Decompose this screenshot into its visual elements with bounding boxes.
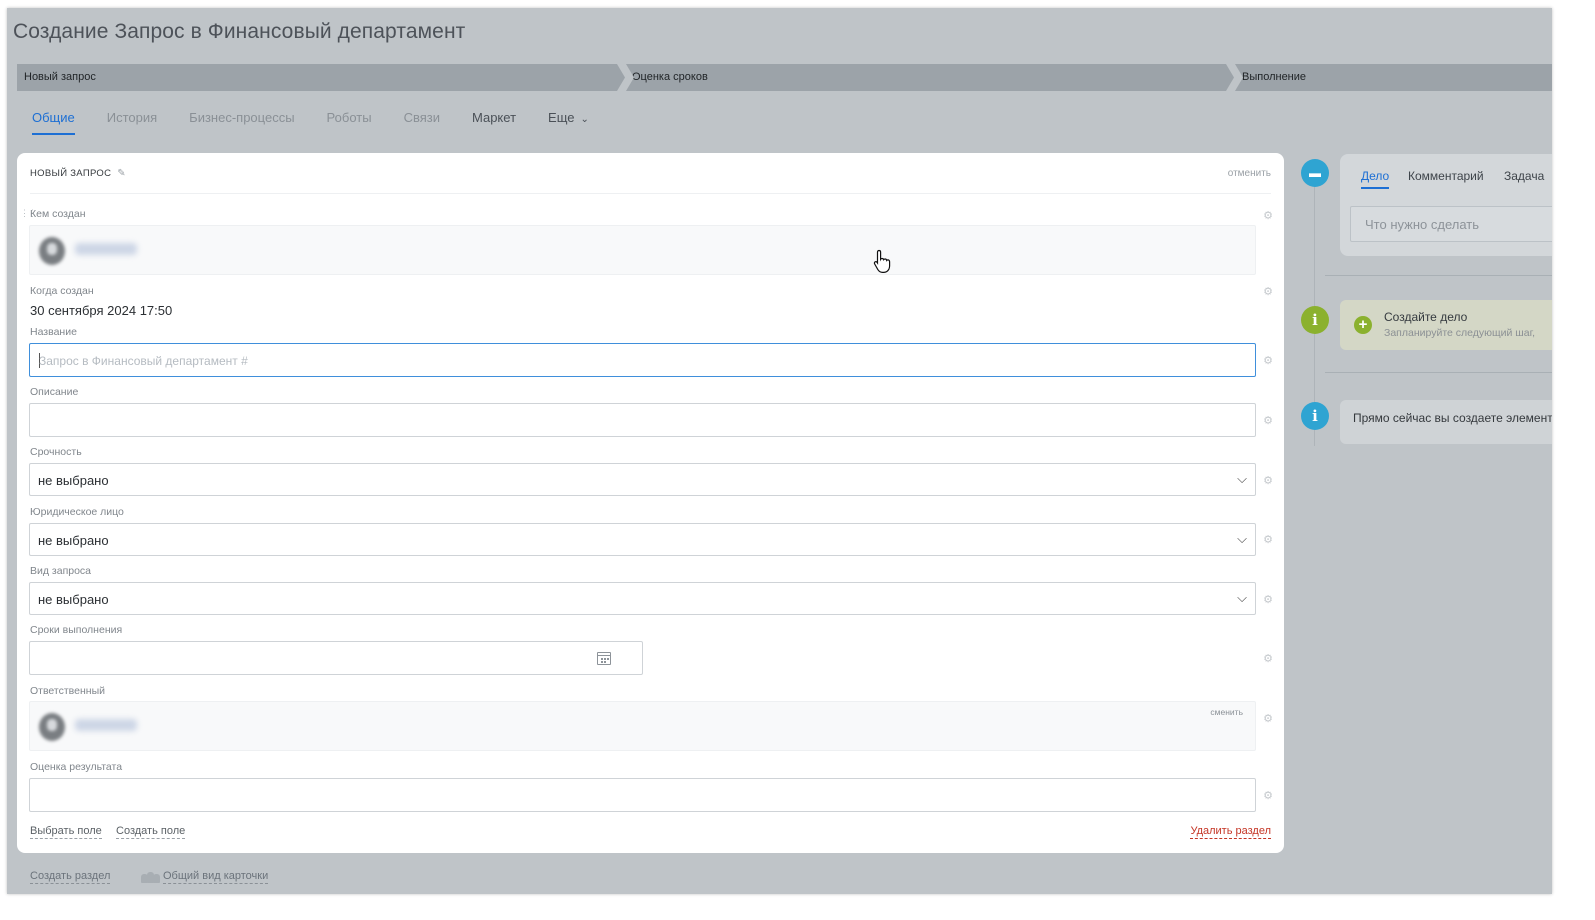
deadline-label: Сроки выполнения [30, 624, 123, 636]
stage-bar: Новый запрос Оценка сроков Выполнение [17, 64, 1552, 91]
gear-icon[interactable]: ⚙ [1262, 210, 1274, 222]
activity-tab-deal[interactable]: Дело [1361, 169, 1390, 189]
gear-icon[interactable]: ⚙ [1262, 415, 1274, 427]
card-section-title-text: НОВЫЙ ЗАПРОС [30, 168, 112, 179]
created-when-label: Когда создан [30, 285, 94, 297]
divider [1325, 372, 1552, 373]
divider [1325, 275, 1552, 276]
activity-input-placeholder: Что нужно сделать [1365, 217, 1479, 232]
calendar-icon[interactable] [597, 652, 611, 665]
page-title: Создание Запрос в Финансовый департамент [13, 20, 466, 43]
gear-icon[interactable]: ⚙ [1262, 355, 1274, 367]
avatar [39, 237, 65, 265]
create-deal-subtitle: Запланируйте следующий шаг, [1384, 327, 1536, 339]
chevron-down-icon: ⌵ [1237, 471, 1247, 486]
activity-tab-comment[interactable]: Комментарий [1408, 169, 1484, 183]
create-section-link[interactable]: Создать раздел [30, 870, 111, 884]
delete-section-link[interactable]: Удалить раздел [1190, 825, 1271, 839]
chevron-down-icon: ⌵ [1237, 590, 1247, 605]
card-view-link[interactable]: Общий вид карточки [163, 870, 269, 884]
create-deal-title: Создайте дело [1384, 310, 1468, 324]
result-rating-label: Оценка результата [30, 761, 123, 773]
name-label: Название [30, 326, 77, 338]
info-icon: i [1301, 402, 1329, 430]
gear-icon[interactable]: ⚙ [1262, 713, 1274, 725]
user-name-redacted [75, 243, 137, 255]
create-field-link[interactable]: Создать поле [116, 825, 186, 839]
user-name-redacted [75, 719, 137, 731]
gear-icon[interactable]: ⚙ [1262, 653, 1274, 665]
request-type-value: не выбрано [38, 592, 109, 607]
hand-cursor-icon [873, 249, 891, 273]
gear-icon[interactable]: ⚙ [1262, 790, 1274, 802]
responsible-user[interactable]: сменить [29, 701, 1256, 751]
tab-more[interactable]: Еще ⌄ [548, 110, 589, 130]
people-icon [141, 872, 160, 883]
tab-general[interactable]: Общие [32, 110, 75, 135]
activity-panel: Дело Комментарий Задача Что нужно сделат… [1340, 154, 1552, 256]
legal-entity-select[interactable]: не выбрано ⌵ [29, 523, 1256, 556]
stage-deadline-estimate[interactable]: Оценка сроков [626, 64, 1234, 91]
name-input[interactable]: Запрос в Финансовый департамент # [29, 343, 1256, 377]
tab-business-processes[interactable]: Бизнес-процессы [189, 110, 294, 130]
request-type-select[interactable]: не выбрано ⌵ [29, 582, 1256, 615]
legal-entity-label: Юридическое лицо [30, 506, 124, 518]
avatar [39, 713, 65, 741]
gear-icon[interactable]: ⚙ [1262, 534, 1274, 546]
select-field-link[interactable]: Выбрать поле [30, 825, 102, 839]
gear-icon[interactable]: ⚙ [1262, 286, 1274, 298]
chevron-down-icon: ⌄ [580, 114, 589, 125]
stage-execution[interactable]: Выполнение [1235, 64, 1552, 91]
name-placeholder: Запрос в Финансовый департамент # [39, 354, 248, 368]
created-by-label: Кем создан [30, 208, 86, 220]
request-type-label: Вид запроса [30, 565, 92, 577]
activity-tab-task[interactable]: Задача [1504, 169, 1544, 183]
created-by-user[interactable] [29, 225, 1256, 275]
app-window: Создание Запрос в Финансовый департамент… [7, 8, 1552, 894]
gear-icon[interactable]: ⚙ [1262, 475, 1274, 487]
urgency-label: Срочность [30, 446, 82, 458]
plus-icon[interactable]: + [1354, 316, 1372, 334]
entity-card: НОВЫЙ ЗАПРОС ✎ отменить ⋮⋮ Кем создан ⚙ К… [17, 153, 1284, 853]
pencil-icon[interactable]: ✎ [117, 168, 126, 179]
create-deal-card[interactable]: + Создайте дело Запланируйте следующий ш… [1340, 300, 1552, 350]
description-label: Описание [30, 386, 79, 398]
activity-input[interactable]: Что нужно сделать [1350, 206, 1552, 242]
info-card: Прямо сейчас вы создаете элемент [1340, 400, 1552, 444]
tab-market[interactable]: Маркет [472, 110, 516, 130]
cancel-link[interactable]: отменить [1228, 168, 1271, 179]
tab-robots[interactable]: Роботы [327, 110, 372, 130]
tab-bar: Общие История Бизнес-процессы Роботы Свя… [32, 110, 621, 135]
deadline-date-input[interactable] [29, 641, 643, 675]
created-when-value: 30 сентября 2024 17:50 [30, 303, 173, 318]
card-section-title: НОВЫЙ ЗАПРОС ✎ [30, 168, 126, 179]
urgency-value: не выбрано [38, 473, 109, 488]
description-input[interactable] [29, 403, 1256, 437]
result-rating-input[interactable] [29, 778, 1256, 812]
chevron-down-icon: ⌵ [1237, 531, 1247, 546]
change-responsible-link[interactable]: сменить [1210, 707, 1243, 717]
legal-entity-value: не выбрано [38, 533, 109, 548]
responsible-label: Ответственный [30, 685, 105, 697]
info-card-text: Прямо сейчас вы создаете элемент [1353, 411, 1552, 425]
tab-history[interactable]: История [107, 110, 157, 130]
tab-links[interactable]: Связи [404, 110, 440, 130]
info-icon: i [1301, 306, 1329, 334]
stage-new-request[interactable]: Новый запрос [17, 64, 625, 91]
gear-icon[interactable]: ⚙ [1262, 594, 1274, 606]
chat-icon: ▬ [1301, 159, 1329, 187]
tab-more-label: Еще [548, 110, 575, 125]
divider [30, 193, 1271, 194]
urgency-select[interactable]: не выбрано ⌵ [29, 463, 1256, 496]
